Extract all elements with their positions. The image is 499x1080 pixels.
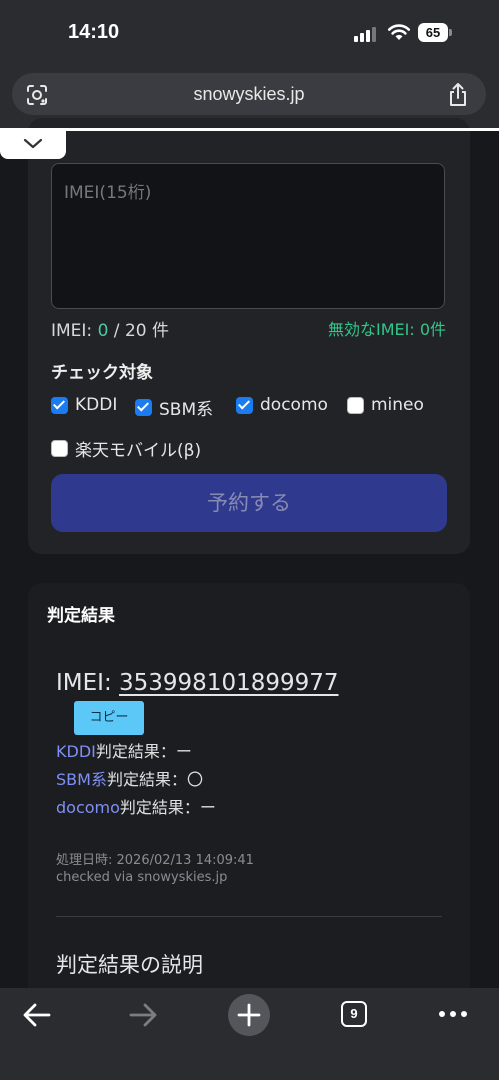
result-imei-value[interactable]: 353998101899977 <box>119 670 339 696</box>
result-row-kddi: KDDI判定結果：ー <box>56 742 192 761</box>
checkbox-mineo[interactable]: mineo <box>347 395 424 415</box>
more-options-icon[interactable] <box>438 1010 468 1018</box>
reserve-button[interactable]: 予約する <box>51 474 447 532</box>
share-icon[interactable] <box>446 82 470 108</box>
invalid-imei-count: 無効なIMEI: 0件 <box>327 320 446 339</box>
back-arrow-icon[interactable] <box>22 1002 52 1028</box>
result-card: 判定結果 IMEI: 353998101899977 コピー KDDI判定結果：… <box>28 583 470 1008</box>
address-bar[interactable]: snowyskies.jp <box>12 73 486 115</box>
browser-toolbar: 9 <box>0 988 499 1080</box>
imei-form-card: IMEI: 0 / 20 件 無効なIMEI: 0件 チェック対象 KDDI S… <box>28 118 470 554</box>
result-row-docomo: docomo判定結果：ー <box>56 798 216 817</box>
checkbox-checked-icon[interactable] <box>51 396 68 414</box>
checkbox-docomo[interactable]: docomo <box>236 395 328 415</box>
imei-input[interactable] <box>51 163 445 309</box>
forward-arrow-icon[interactable] <box>128 1002 158 1028</box>
page-top-edge <box>0 128 499 131</box>
divider <box>56 916 442 917</box>
copy-button[interactable]: コピー <box>74 701 144 735</box>
checkbox-unchecked-icon[interactable] <box>51 440 68 457</box>
checkbox-kddi[interactable]: KDDI <box>51 395 117 415</box>
processed-at: 処理日時: 2026/02/13 14:09:41 <box>56 853 254 868</box>
plus-icon <box>237 1003 261 1027</box>
status-bar: 14:10 65 <box>0 0 499 68</box>
checkbox-unchecked-icon[interactable] <box>347 396 364 414</box>
checkbox-checked-icon[interactable] <box>236 396 253 414</box>
result-title: 判定結果 <box>47 606 115 626</box>
cellular-signal-icon <box>354 26 378 42</box>
new-tab-button[interactable] <box>228 994 270 1036</box>
checkbox-checked-icon[interactable] <box>135 399 152 416</box>
battery-level: 65 <box>418 23 448 42</box>
checked-via: checked via snowyskies.jp <box>56 870 228 885</box>
status-time: 14:10 <box>68 21 120 43</box>
wifi-icon <box>387 24 411 40</box>
explanation-title: 判定結果の説明 <box>56 953 203 977</box>
imei-count-value: 0 <box>97 321 109 341</box>
battery-icon: 65 <box>418 23 452 43</box>
imei-count: IMEI: 0 / 20 件 <box>51 321 169 341</box>
url-text[interactable]: snowyskies.jp <box>12 84 486 105</box>
result-imei: IMEI: 353998101899977 <box>56 670 339 696</box>
tab-switcher-button[interactable]: 9 <box>341 1001 367 1027</box>
checkbox-rakuten[interactable]: 楽天モバイル(β) <box>51 436 201 461</box>
check-target-title: チェック対象 <box>51 363 153 383</box>
checkbox-sbm[interactable]: SBM系 <box>135 395 213 420</box>
result-row-sbm: SBM系判定結果：〇 <box>56 770 203 789</box>
app-root: 14:10 65 snowyskies.jp IMEI(15桁) IMEI: 0… <box>0 0 499 1080</box>
collapse-toolbar-button[interactable] <box>0 128 66 159</box>
chevron-down-icon <box>23 138 43 149</box>
tab-count: 9 <box>350 1006 358 1021</box>
